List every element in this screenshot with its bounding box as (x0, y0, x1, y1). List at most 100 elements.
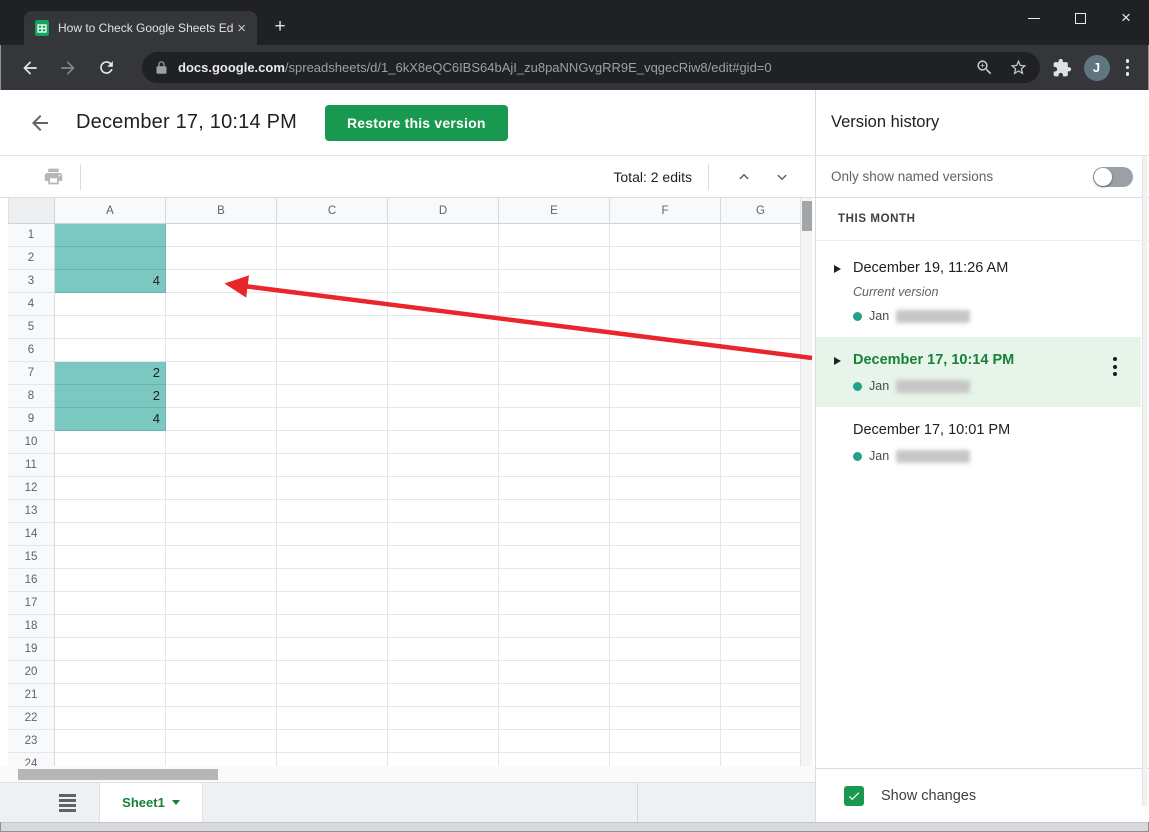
tab-close-icon[interactable]: × (234, 21, 249, 36)
grid-row-15: 15 (8, 546, 815, 569)
zoom-page-button[interactable] (974, 57, 996, 79)
cell-A15 (55, 546, 166, 569)
cell-B13 (166, 500, 277, 523)
profile-avatar[interactable]: J (1084, 55, 1110, 81)
grid-row-3: 34 (8, 270, 815, 293)
minimize-icon (1028, 18, 1040, 19)
browser-menu-button[interactable] (1118, 55, 1138, 80)
cell-G17 (721, 592, 801, 615)
grid-horizontal-scrollbar[interactable] (0, 766, 815, 783)
page-content: December 17, 10:14 PM Restore this versi… (0, 90, 1149, 822)
cell-G7 (721, 362, 801, 385)
grid-row-1: 1 (8, 224, 815, 247)
print-button[interactable] (43, 166, 64, 187)
version-entry[interactable]: December 17, 10:01 PMJan (816, 407, 1141, 477)
row-header-9: 9 (8, 408, 55, 431)
cell-G20 (721, 661, 801, 684)
cell-B3 (166, 270, 277, 293)
url-path: /spreadsheets/d/1_6kX8eQC6IBS64bAjI_zu8p… (285, 60, 772, 75)
back-nav-button[interactable] (18, 56, 42, 80)
cell-G24 (721, 753, 801, 766)
cell-A14 (55, 523, 166, 546)
toggle-knob (1094, 168, 1112, 186)
cell-B18 (166, 615, 277, 638)
scrollbar-thumb[interactable] (18, 769, 218, 780)
grid-row-22: 22 (8, 707, 815, 730)
cell-F15 (610, 546, 721, 569)
cell-F5 (610, 316, 721, 339)
cell-D22 (388, 707, 499, 730)
row-header-11: 11 (8, 454, 55, 477)
window-close-button[interactable]: × (1103, 0, 1149, 36)
cell-E19 (499, 638, 610, 661)
previous-edit-button[interactable] (729, 162, 759, 192)
cell-D9 (388, 408, 499, 431)
row-header-2: 2 (8, 247, 55, 270)
column-header-G: G (721, 198, 801, 224)
restore-version-button[interactable]: Restore this version (325, 105, 508, 141)
version-list: December 19, 11:26 AMCurrent versionJanD… (816, 241, 1141, 477)
cell-E17 (499, 592, 610, 615)
bookmark-star-button[interactable] (1008, 57, 1030, 79)
named-versions-toggle[interactable] (1093, 167, 1133, 187)
cell-A5 (55, 316, 166, 339)
grid-row-14: 14 (8, 523, 815, 546)
scrollbar-thumb[interactable] (802, 201, 812, 231)
panel-scrollbar[interactable] (1142, 156, 1147, 806)
expand-triangle-icon[interactable] (834, 357, 841, 365)
row-header-13: 13 (8, 500, 55, 523)
author-first-name: Jan (869, 449, 889, 463)
row-header-5: 5 (8, 316, 55, 339)
chevron-down-icon (773, 168, 791, 186)
named-versions-toggle-row: Only show named versions (816, 155, 1149, 198)
version-entry[interactable]: December 17, 10:14 PMJan (816, 337, 1141, 407)
sheet-tab-sheet1[interactable]: Sheet1 (99, 783, 203, 822)
forward-nav-button[interactable] (56, 56, 80, 80)
cell-G10 (721, 431, 801, 454)
new-tab-button[interactable]: + (266, 13, 294, 41)
cell-A18 (55, 615, 166, 638)
row-header-4: 4 (8, 293, 55, 316)
expand-triangle-icon[interactable] (834, 265, 841, 273)
next-edit-button[interactable] (767, 162, 797, 192)
cell-F11 (610, 454, 721, 477)
all-sheets-button[interactable] (52, 789, 82, 817)
version-more-options-icon[interactable] (1109, 353, 1121, 380)
strip-divider (637, 783, 638, 822)
cell-B4 (166, 293, 277, 316)
sheet-tab-label: Sheet1 (122, 795, 165, 810)
cell-B9 (166, 408, 277, 431)
grid-row-5: 5 (8, 316, 815, 339)
cell-G3 (721, 270, 801, 293)
cell-F24 (610, 753, 721, 766)
reload-button[interactable] (94, 56, 118, 80)
extensions-button[interactable] (1050, 56, 1074, 80)
version-entry[interactable]: December 19, 11:26 AMCurrent versionJan (816, 245, 1141, 337)
cell-F10 (610, 431, 721, 454)
cell-E15 (499, 546, 610, 569)
cell-C24 (277, 753, 388, 766)
cell-C13 (277, 500, 388, 523)
cell-D10 (388, 431, 499, 454)
cell-G1 (721, 224, 801, 247)
grid-vertical-scrollbar[interactable] (800, 198, 812, 766)
cell-E12 (499, 477, 610, 500)
back-arrow-icon (20, 58, 40, 78)
zoom-magnifier-icon (975, 58, 994, 77)
cell-F9 (610, 408, 721, 431)
exit-version-history-button[interactable] (26, 109, 54, 137)
cell-G9 (721, 408, 801, 431)
tab-title: How to Check Google Sheets Edi (58, 21, 234, 35)
check-icon (847, 789, 861, 803)
url-bar[interactable]: docs.google.com/spreadsheets/d/1_6kX8eQC… (142, 52, 1040, 83)
browser-tab[interactable]: How to Check Google Sheets Edi × (24, 11, 257, 45)
cell-C12 (277, 477, 388, 500)
browser-titlebar: How to Check Google Sheets Edi × + × (0, 0, 1149, 45)
window-maximize-button[interactable] (1057, 0, 1103, 36)
window-minimize-button[interactable] (1011, 0, 1057, 36)
cell-E23 (499, 730, 610, 753)
row-header-10: 10 (8, 431, 55, 454)
show-changes-label: Show changes (881, 788, 976, 804)
grid-row-24: 24 (8, 753, 815, 766)
show-changes-checkbox[interactable] (844, 786, 864, 806)
